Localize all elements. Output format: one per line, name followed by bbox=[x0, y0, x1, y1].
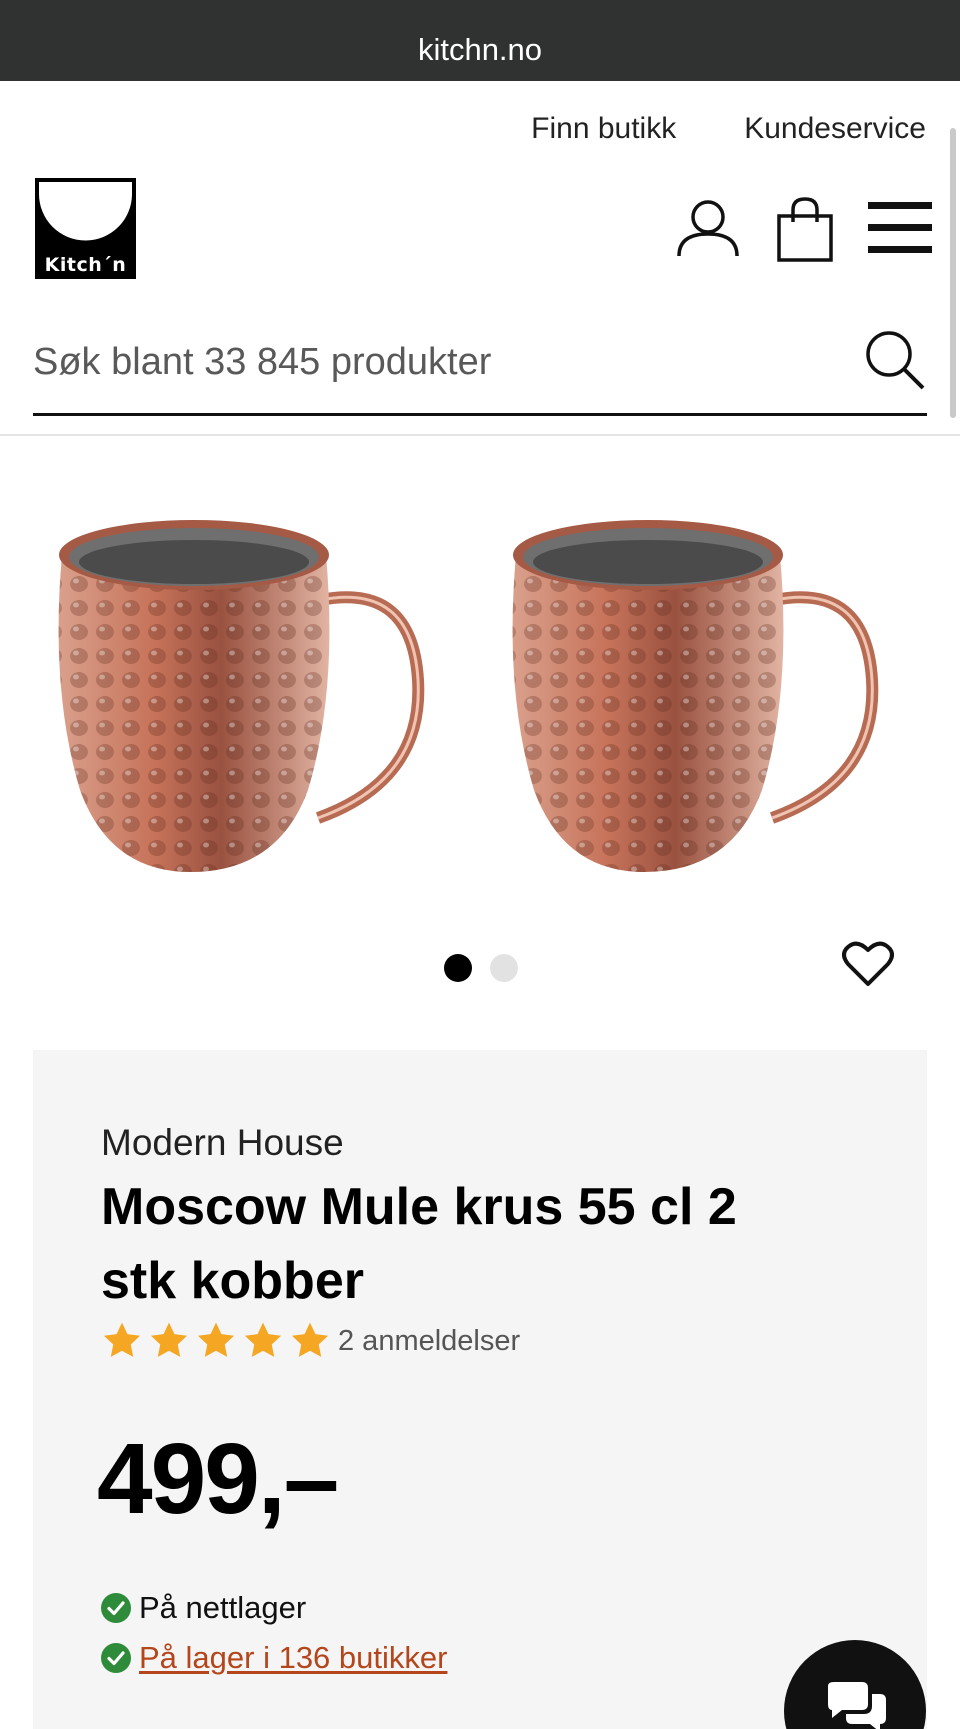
kitchn-logo[interactable]: Kitch´n bbox=[35, 178, 136, 279]
top-links: Finn butikk Kundeservice bbox=[531, 112, 926, 146]
product-image-gallery[interactable] bbox=[0, 500, 960, 900]
check-circle-icon bbox=[101, 1643, 131, 1673]
online-stock-status: På nettlager bbox=[101, 1590, 306, 1626]
find-store-link[interactable]: Finn butikk bbox=[531, 112, 676, 146]
copper-mug-image bbox=[58, 520, 425, 872]
carousel-dot-2[interactable] bbox=[490, 954, 518, 982]
header-divider bbox=[0, 434, 960, 436]
search-input[interactable] bbox=[33, 332, 833, 392]
star-icon bbox=[150, 1322, 188, 1357]
carousel-dot-1[interactable] bbox=[444, 954, 472, 982]
star-icon bbox=[197, 1322, 235, 1357]
product-rating[interactable]: 2 anmeldelser bbox=[101, 1320, 520, 1362]
online-stock-label: På nettlager bbox=[139, 1590, 307, 1625]
menu-icon[interactable] bbox=[868, 200, 932, 256]
scrollbar[interactable] bbox=[950, 128, 956, 418]
store-stock-link[interactable]: På lager i 136 butikker bbox=[139, 1640, 447, 1676]
store-stock-status: På lager i 136 butikker bbox=[101, 1640, 447, 1676]
chat-bubbles-icon bbox=[828, 1682, 886, 1729]
account-icon[interactable] bbox=[676, 198, 740, 258]
copper-mug-image bbox=[512, 520, 879, 872]
star-icon bbox=[103, 1322, 141, 1357]
customer-service-link[interactable]: Kundeservice bbox=[744, 112, 926, 146]
star-icon bbox=[291, 1322, 329, 1357]
carousel-dots bbox=[444, 954, 518, 982]
url-text: kitchn.no bbox=[417, 32, 543, 67]
logo-text: Kitch´n bbox=[44, 254, 127, 276]
search-bar bbox=[33, 318, 927, 416]
search-icon[interactable] bbox=[863, 328, 927, 392]
favorite-heart-icon[interactable] bbox=[842, 940, 894, 988]
product-info-panel: Modern House Moscow Mule krus 55 cl 2 st… bbox=[33, 1050, 927, 1729]
product-title: Moscow Mule krus 55 cl 2 stk kobber bbox=[101, 1178, 737, 1310]
product-brand[interactable]: Modern House bbox=[101, 1122, 344, 1164]
browser-url-bar[interactable]: kitchn.no bbox=[0, 0, 960, 81]
check-circle-icon bbox=[101, 1593, 131, 1623]
reviews-count: 2 anmeldelser bbox=[338, 1324, 521, 1357]
product-price: 499,– bbox=[97, 1423, 339, 1535]
star-icon bbox=[244, 1322, 282, 1357]
shopping-bag-icon[interactable] bbox=[776, 196, 834, 262]
